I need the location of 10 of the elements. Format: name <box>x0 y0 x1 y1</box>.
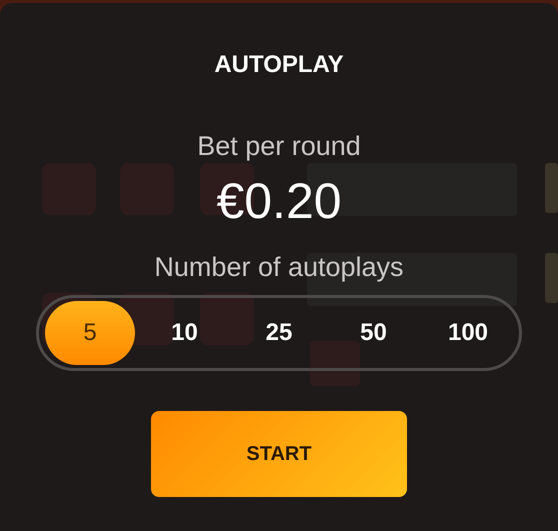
autoplay-option[interactable]: 25 <box>234 301 324 365</box>
autoplay-option[interactable]: 10 <box>140 301 230 365</box>
bet-label: Bet per round <box>197 131 361 162</box>
autoplay-option[interactable]: 100 <box>423 301 513 365</box>
dialog-title: AUTOPLAY <box>214 51 344 79</box>
autoplay-option[interactable]: 5 <box>45 301 135 365</box>
bet-amount: €0.20 <box>216 172 342 230</box>
autoplay-option[interactable]: 50 <box>328 301 418 365</box>
start-button[interactable]: START <box>151 411 407 497</box>
autoplays-label: Number of autoplays <box>154 252 404 283</box>
